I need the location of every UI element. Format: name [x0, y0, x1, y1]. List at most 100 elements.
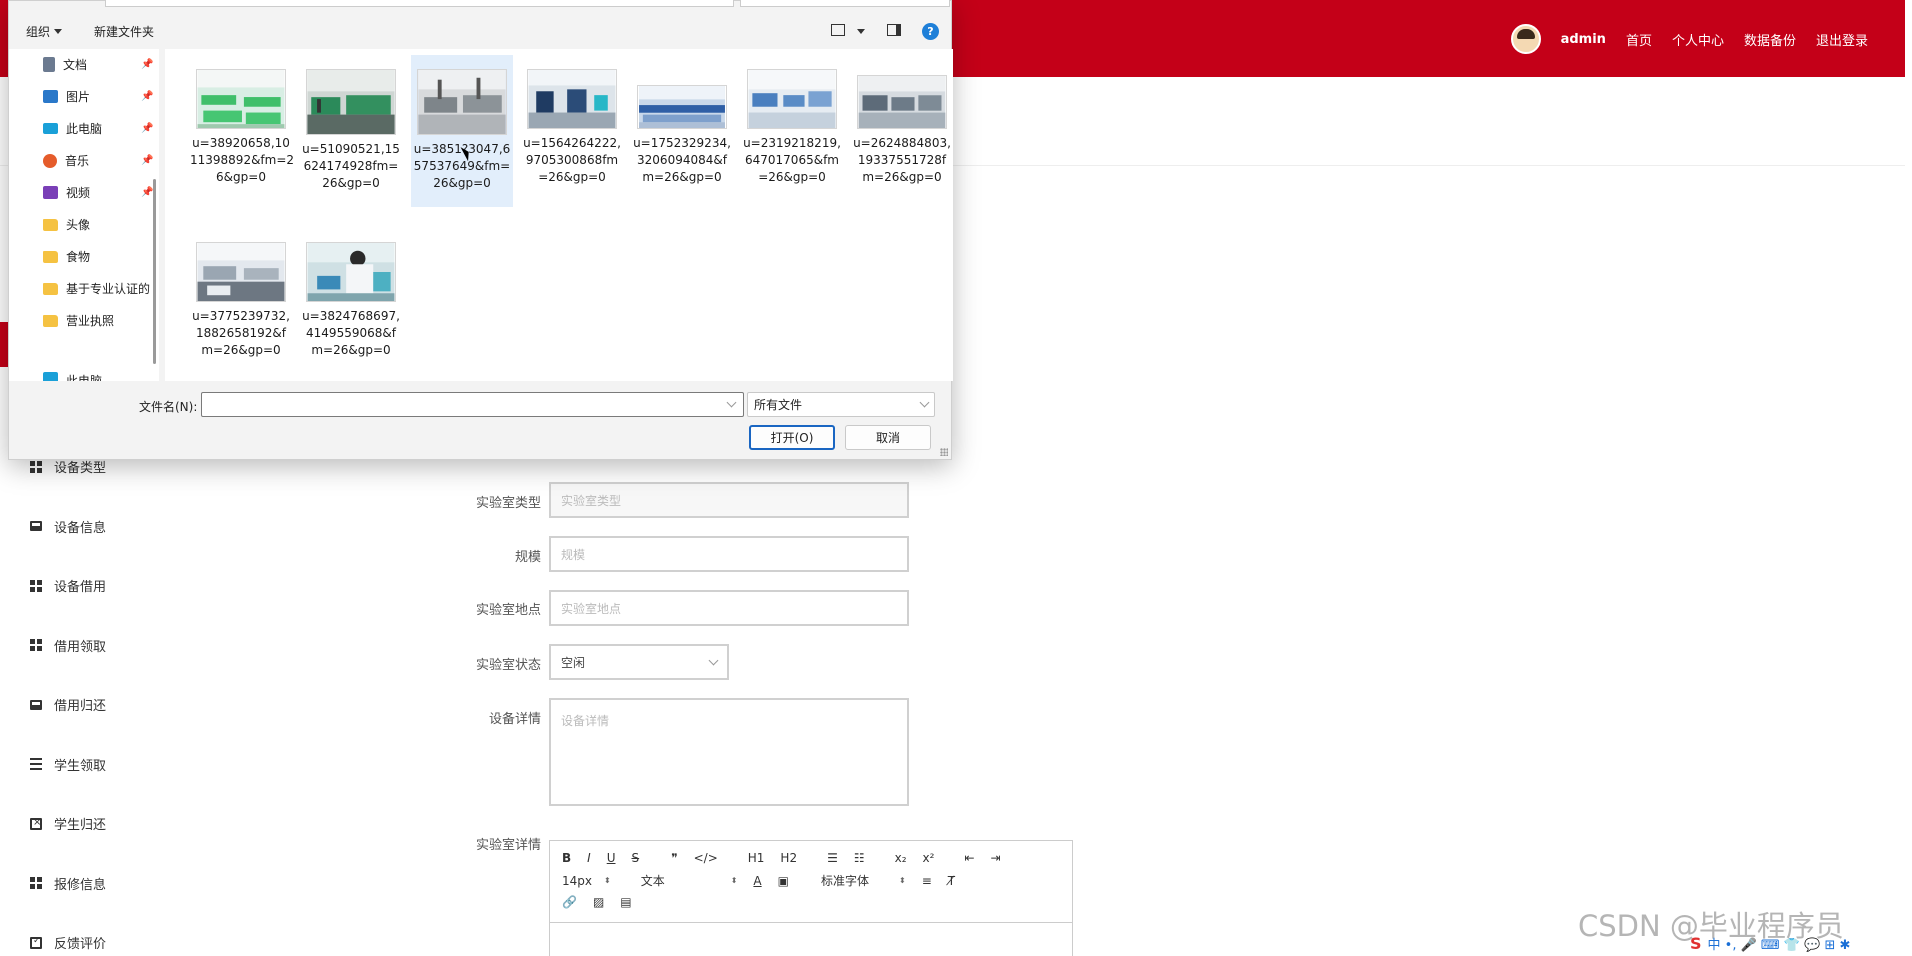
filetype-select[interactable]: 所有文件 — [747, 392, 935, 417]
file-item[interactable]: u=3824768697, 4149559068&f m=26&gp=0 — [300, 242, 402, 359]
chevron-down-icon[interactable] — [726, 397, 737, 408]
sidebar-item-feedback[interactable]: 反馈评价 — [0, 913, 160, 956]
pin-icon: 📌 — [141, 123, 154, 134]
italic-button[interactable]: I — [587, 851, 591, 865]
file-list-pane: u=38920658,10 11398892&fm=2 6&gp=0 u=510… — [165, 49, 953, 381]
subscript-button[interactable]: x₂ — [895, 851, 907, 865]
video-icon — [43, 186, 58, 199]
file-item-selected[interactable]: u=3851?3047,6 57537649&fm= 26&gp=0 — [411, 55, 513, 207]
font-family-select[interactable]: 标准字体 ⬍ — [821, 872, 906, 889]
resize-grip-icon[interactable] — [940, 448, 948, 456]
ordered-list-icon[interactable]: ☰ — [827, 851, 838, 865]
nav-item-this-pc-2[interactable]: 此电脑 — [43, 372, 102, 381]
preview-pane-icon[interactable] — [887, 24, 901, 36]
nav-item-folder-certification[interactable]: 基于专业认证的 — [43, 280, 150, 297]
font-size-select[interactable]: 14px ⬍ — [562, 874, 611, 888]
lab-status-select[interactable]: 空闲 — [549, 644, 729, 680]
sidebar-item-student-collect[interactable]: 学生领取 — [0, 735, 160, 795]
search-box[interactable] — [740, 0, 950, 7]
pin-icon: 📌 — [141, 187, 154, 198]
nav-profile[interactable]: 个人中心 — [1672, 30, 1724, 49]
lab-location-input[interactable]: 实验室地点 — [549, 590, 909, 626]
dropdown-icon — [54, 29, 63, 34]
chevron-down-icon — [919, 397, 930, 408]
device-detail-textarea[interactable]: 设备详情 — [549, 698, 909, 806]
file-open-dialog: 组织 新建文件夹 ? 文档 📌 图片 📌 此电脑 📌 音乐 📌 视频 📌 头像 … — [8, 0, 953, 460]
nav-item-videos[interactable]: 视频 — [43, 184, 90, 201]
nav-item-folder-avatar[interactable]: 头像 — [43, 216, 90, 233]
outdent-icon[interactable]: ⇤ — [964, 851, 974, 865]
nav-scrollbar[interactable] — [153, 179, 156, 364]
grid-icon — [30, 460, 42, 473]
file-item[interactable]: u=2319218219, 647017065&fm =26&gp=0 — [741, 69, 843, 186]
file-item[interactable]: u=51090521,15 624174928fm= 26&gp=0 — [300, 69, 402, 192]
nav-home[interactable]: 首页 — [1626, 30, 1652, 49]
thumbnail-image — [857, 75, 947, 129]
lab-detail-label: 实验室详情 — [475, 838, 541, 853]
nav-item-folder-food[interactable]: 食物 — [43, 248, 90, 265]
new-folder-button[interactable]: 新建文件夹 — [94, 23, 154, 40]
file-item[interactable]: u=1752329234, 3206094084&f m=26&gp=0 — [631, 85, 733, 186]
nav-item-pictures[interactable]: 图片 — [43, 88, 90, 105]
filename-input[interactable] — [201, 392, 744, 417]
view-dropdown-icon[interactable] — [857, 29, 865, 34]
text-style-select[interactable]: 文本 ⬍ — [641, 872, 738, 889]
avatar[interactable] — [1510, 24, 1541, 54]
username[interactable]: admin — [1561, 32, 1606, 47]
superscript-button[interactable]: x² — [923, 851, 935, 865]
image-icon[interactable]: ▨ — [593, 895, 604, 909]
sidebar-item-borrow-return[interactable]: 借用归还 — [0, 675, 160, 735]
sogou-icon[interactable]: S — [1690, 934, 1702, 953]
address-bar[interactable] — [105, 0, 734, 7]
link-icon[interactable]: 🔗 — [562, 895, 577, 909]
h1-button[interactable]: H1 — [748, 851, 765, 865]
thumbnail-image — [306, 69, 396, 135]
chevron-down-icon — [708, 655, 719, 665]
bold-button[interactable]: B — [562, 851, 571, 865]
blockquote-button[interactable]: ❞ — [671, 851, 677, 865]
lab-type-input[interactable]: 实验室类型 — [549, 482, 909, 518]
view-mode-icon[interactable] — [831, 24, 845, 36]
clear-format-icon[interactable]: T̸ — [948, 874, 955, 888]
font-color-icon[interactable]: A — [753, 874, 761, 888]
file-item[interactable]: u=1564264222, 9705300868fm =26&gp=0 — [521, 69, 623, 186]
cancel-button[interactable]: 取消 — [845, 425, 931, 450]
open-button[interactable]: 打开(O) — [749, 425, 835, 450]
lab-status-label: 实验室状态 — [475, 658, 541, 673]
sidebar-item-student-return[interactable]: 学生归还 — [0, 794, 160, 854]
file-item[interactable]: u=38920658,10 11398892&fm=2 6&gp=0 — [190, 69, 294, 186]
nav-item-this-pc[interactable]: 此电脑 — [43, 120, 102, 137]
h2-button[interactable]: H2 — [780, 851, 797, 865]
thumbnail-image — [306, 242, 396, 302]
help-icon[interactable]: ? — [922, 23, 939, 40]
nav-item-music[interactable]: 音乐 — [43, 152, 89, 169]
file-item[interactable]: u=2624884803, 19337551728f m=26&gp=0 — [851, 75, 953, 186]
underline-button[interactable]: U — [607, 851, 616, 865]
indent-icon[interactable]: ⇥ — [991, 851, 1001, 865]
nav-item-folder-license[interactable]: 营业执照 — [43, 312, 114, 329]
align-icon[interactable]: ≡ — [922, 874, 932, 888]
sidebar-item-repair[interactable]: 报修信息 — [0, 854, 160, 914]
thumbnail-image — [417, 69, 507, 135]
navigation-pane: 文档 📌 图片 📌 此电脑 📌 音乐 📌 视频 📌 头像 食物 基于专业认证的 … — [9, 49, 159, 381]
video-icon[interactable]: ▤ — [620, 895, 631, 909]
scale-input[interactable]: 规模 — [549, 536, 909, 572]
list-icon — [30, 758, 42, 771]
grid-icon — [30, 877, 42, 890]
code-button[interactable]: </> — [694, 851, 718, 865]
strike-button[interactable]: S — [632, 851, 640, 865]
file-item[interactable]: u=3775239732, 1882658192&f m=26&gp=0 — [190, 242, 292, 359]
folder-icon — [43, 314, 58, 327]
nav-item-documents[interactable]: 文档 — [43, 56, 87, 73]
updown-icon: ⬍ — [604, 876, 611, 885]
background-color-icon[interactable]: ▣ — [778, 874, 789, 888]
organize-menu[interactable]: 组织 — [26, 23, 63, 40]
sidebar-item-device-info[interactable]: 设备信息 — [0, 497, 160, 557]
nav-logout[interactable]: 退出登录 — [1816, 30, 1868, 49]
nav-backup[interactable]: 数据备份 — [1744, 30, 1796, 49]
bullet-list-icon[interactable]: ☷ — [854, 851, 865, 865]
sidebar-item-borrow-collect[interactable]: 借用领取 — [0, 616, 160, 676]
sidebar-item-device-borrow[interactable]: 设备借用 — [0, 556, 160, 616]
editor-toolbar-row-3: 🔗 ▨ ▤ — [562, 895, 632, 909]
clipboard-check-icon — [30, 936, 42, 949]
